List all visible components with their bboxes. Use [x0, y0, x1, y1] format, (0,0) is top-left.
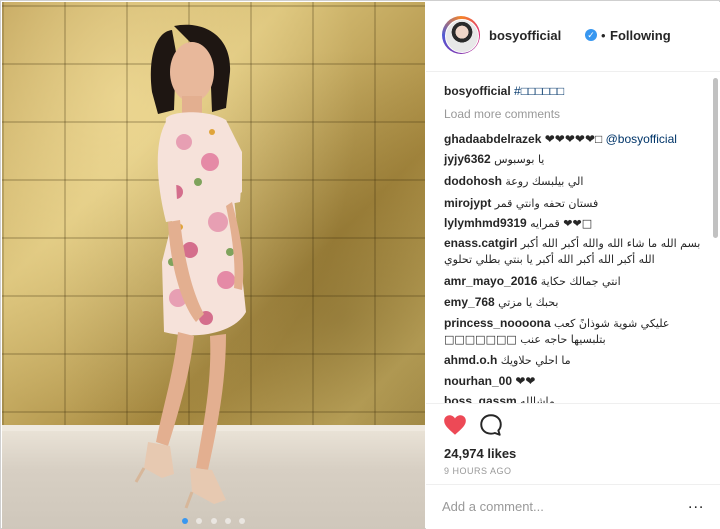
comment-item: nourhan_00 ❤❤ — [444, 374, 535, 389]
action-bar — [426, 406, 720, 446]
comment-text: يا بوسبوس — [494, 153, 545, 166]
comment-item: princess_noooona عليكي شوية شوذانً كعب — [444, 316, 669, 331]
woman-figure — [134, 24, 246, 509]
comment-text: انتي جمالك حكاية — [540, 275, 621, 288]
comments-list[interactable]: bosyofficial #□□□□□□ Load more comments … — [426, 72, 720, 404]
carousel-dot[interactable] — [224, 518, 231, 524]
comment-icon[interactable] — [478, 412, 504, 438]
comment-text: الي بيلبسك روعة — [505, 175, 584, 188]
comment-username[interactable]: emy_768 — [444, 295, 495, 309]
comment-item: boss_gassm ماشالله — [444, 394, 555, 404]
comment-username[interactable]: dodohosh — [444, 174, 502, 188]
comment-text: قمرايه ❤❤□ — [530, 217, 593, 230]
post-timestamp[interactable]: 9 HOURS AGO — [444, 466, 512, 476]
comment-username[interactable]: nourhan_00 — [444, 374, 512, 388]
comment-text: ❤❤ — [515, 374, 536, 388]
comment-username[interactable]: ghadaabdelrazek — [444, 132, 541, 146]
comment-username[interactable]: princess_noooona — [444, 316, 551, 330]
comment-text: ما احلي حلاويك — [500, 354, 571, 367]
username-link[interactable]: bosyofficial — [489, 28, 561, 43]
post-photo[interactable] — [2, 2, 425, 529]
carousel-dot[interactable] — [210, 518, 217, 524]
carousel-dot[interactable] — [181, 518, 188, 524]
comment-item-continued: □□□□□□□ بتلبسيها حاجه عنب — [444, 332, 606, 347]
post-header: bosyofficial ✓ • Following — [426, 2, 720, 72]
comment-username[interactable]: ahmd.o.h — [444, 353, 497, 367]
comment-text: عليكي شوية شوذانً كعب — [554, 317, 670, 330]
comment-text: □□□□□□□ بتلبسيها حاجه عنب — [444, 333, 606, 346]
comment-item: ghadaabdelrazek ❤❤❤❤❤□ @bosyofficial — [444, 132, 677, 147]
comment-item: lylymhmd9319 قمرايه ❤❤□ — [444, 216, 592, 231]
comment-text: بحبك يا مزتي — [498, 296, 559, 309]
caption-hashtag[interactable]: #□□□□□□ — [514, 84, 564, 98]
comment-username[interactable]: boss_gassm — [444, 394, 517, 403]
comment-text: ❤❤❤❤❤□ — [544, 132, 603, 146]
post-side-panel: bosyofficial ✓ • Following bosyofficial … — [426, 2, 720, 529]
following-button[interactable]: Following — [610, 28, 671, 43]
comment-text: الله أكبر الله أكبر الله أكبر يا بنتي بط… — [444, 253, 655, 266]
comment-item: jyjy6362 يا بوسبوس — [444, 152, 544, 167]
comment-item: amr_mayo_2016 انتي جمالك حكاية — [444, 274, 621, 289]
more-options-icon[interactable]: ... — [688, 495, 704, 513]
heart-icon[interactable] — [442, 412, 468, 438]
comments-scrollbar[interactable] — [713, 78, 718, 238]
caption: bosyofficial #□□□□□□ — [444, 84, 564, 99]
comment-username[interactable]: amr_mayo_2016 — [444, 274, 537, 288]
comment-username[interactable]: mirojypt — [444, 196, 491, 210]
carousel-dot[interactable] — [196, 518, 203, 524]
add-comment-bar: ... — [426, 484, 720, 529]
add-comment-input[interactable] — [442, 499, 672, 514]
caption-username[interactable]: bosyofficial — [444, 84, 511, 98]
comment-item: enass.catgirl بسم الله ما شاء الله والله… — [444, 236, 700, 251]
comment-item-continued: الله أكبر الله أكبر الله أكبر يا بنتي بط… — [444, 252, 655, 267]
comment-username[interactable]: enass.catgirl — [444, 236, 517, 250]
comment-text: بسم الله ما شاء الله والله أكبر الله أكب… — [520, 237, 701, 250]
carousel-indicator — [2, 511, 425, 524]
comment-username[interactable]: jyjy6362 — [444, 152, 491, 166]
comment-mention[interactable]: @bosyofficial — [606, 132, 677, 146]
load-more-comments-link[interactable]: Load more comments — [444, 107, 560, 122]
avatar[interactable] — [442, 16, 480, 54]
avatar-image — [445, 19, 479, 53]
separator-dot: • — [601, 28, 606, 43]
comment-item: dodohosh الي بيلبسك روعة — [444, 174, 583, 189]
likes-count[interactable]: 24,974 likes — [444, 446, 516, 461]
comment-text: ماشالله — [520, 395, 555, 404]
comment-item: emy_768 بحبك يا مزتي — [444, 295, 558, 310]
post-window: bosyofficial ✓ • Following bosyofficial … — [0, 0, 720, 529]
verified-icon: ✓ — [585, 29, 597, 41]
comment-item: mirojypt فستان تحفه وانتي قمر — [444, 196, 598, 211]
comment-username[interactable]: lylymhmd9319 — [444, 216, 527, 230]
comment-item: ahmd.o.h ما احلي حلاويك — [444, 353, 571, 368]
comment-text: فستان تحفه وانتي قمر — [494, 197, 599, 210]
